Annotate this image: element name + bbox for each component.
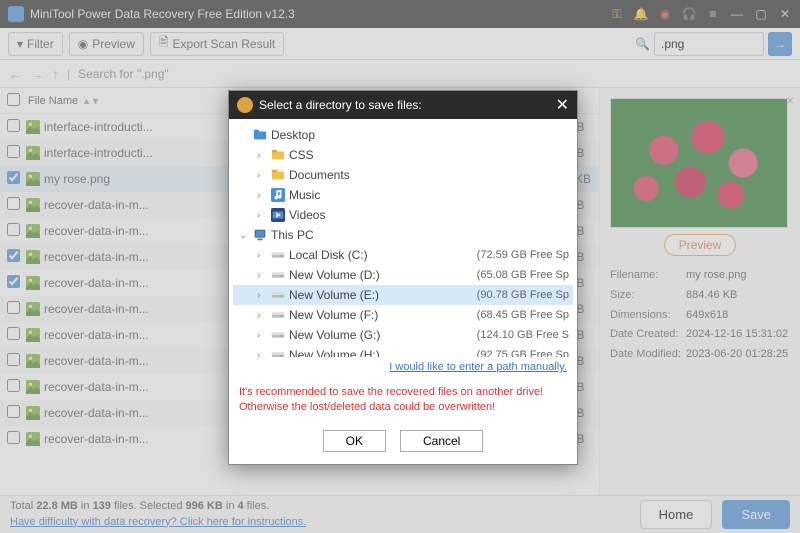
tree-node-label: Music [289,188,320,202]
expand-icon[interactable]: › [257,190,267,201]
dialog-close-icon[interactable]: ✕ [556,95,569,115]
free-space: (92.75 GB Free Sp [477,349,573,357]
tree-node-label: Local Disk (C:) [289,248,368,262]
tree-node[interactable]: › New Volume (G:) (124.10 GB Free S [233,325,573,345]
tree-node-label: New Volume (G:) [289,328,380,342]
drive-icon [271,308,285,322]
tree-node[interactable]: › Documents [233,165,573,185]
expand-icon[interactable]: › [257,170,267,181]
expand-icon[interactable]: › [257,290,267,301]
video-icon [271,208,285,222]
dialog-title: Select a directory to save files: [259,98,422,112]
expand-icon[interactable]: › [257,330,267,341]
tree-node-label: New Volume (H:) [289,348,380,357]
tree-node-label: Videos [289,208,325,222]
expand-icon[interactable]: › [257,250,267,261]
free-space: (65.08 GB Free Sp [477,269,573,281]
drive-icon [271,268,285,282]
save-directory-dialog: Select a directory to save files: ✕ Desk… [228,90,578,465]
drive-icon [271,288,285,302]
expand-icon[interactable]: › [257,310,267,321]
music-icon [271,188,285,202]
ok-button[interactable]: OK [323,430,386,452]
tree-node[interactable]: › CSS [233,145,573,165]
tree-node[interactable]: › New Volume (H:) (92.75 GB Free Sp [233,345,573,357]
drive-icon [271,248,285,262]
pc-icon [253,228,267,242]
folder-icon [271,168,285,182]
warning-text: It's recommended to save the recovered f… [229,379,577,422]
drive-icon [271,348,285,357]
tree-node[interactable]: › Music [233,185,573,205]
free-space: (72.59 GB Free Sp [477,249,573,261]
dialog-icon [237,97,253,113]
tree-node-label: Documents [289,168,350,182]
cancel-button[interactable]: Cancel [400,430,483,452]
expand-icon[interactable]: › [257,210,267,221]
expand-icon[interactable]: › [257,350,267,358]
free-space: (90.78 GB Free Sp [477,289,573,301]
tree-node[interactable]: › Local Disk (C:) (72.59 GB Free Sp [233,245,573,265]
manual-path-link[interactable]: I would like to enter a path manually. [389,361,567,373]
tree-node-label: New Volume (F:) [289,308,378,322]
tree-node-label: CSS [289,148,314,162]
tree-node-label: Desktop [271,128,315,142]
free-space: (68.45 GB Free Sp [477,309,573,321]
tree-node-label: New Volume (E:) [289,288,379,302]
folder-icon [271,148,285,162]
expand-icon[interactable]: › [257,150,267,161]
tree-node[interactable]: ⌄ This PC [233,225,573,245]
tree-node-label: This PC [271,228,314,242]
tree-node[interactable]: › Videos [233,205,573,225]
directory-tree: Desktop › CSS › Documents › Music › Videos ⌄ This … [229,119,577,357]
tree-node[interactable]: › New Volume (D:) (65.08 GB Free Sp [233,265,573,285]
tree-node[interactable]: › New Volume (F:) (68.45 GB Free Sp [233,305,573,325]
tree-node[interactable]: › New Volume (E:) (90.78 GB Free Sp [233,285,573,305]
dialog-titlebar: Select a directory to save files: ✕ [229,91,577,119]
expand-icon[interactable]: › [257,270,267,281]
drive-icon [271,328,285,342]
tree-node-label: New Volume (D:) [289,268,380,282]
expand-icon[interactable]: ⌄ [239,230,249,241]
free-space: (124.10 GB Free S [477,329,573,341]
folder-blue-icon [253,128,267,142]
tree-node[interactable]: Desktop [233,125,573,145]
